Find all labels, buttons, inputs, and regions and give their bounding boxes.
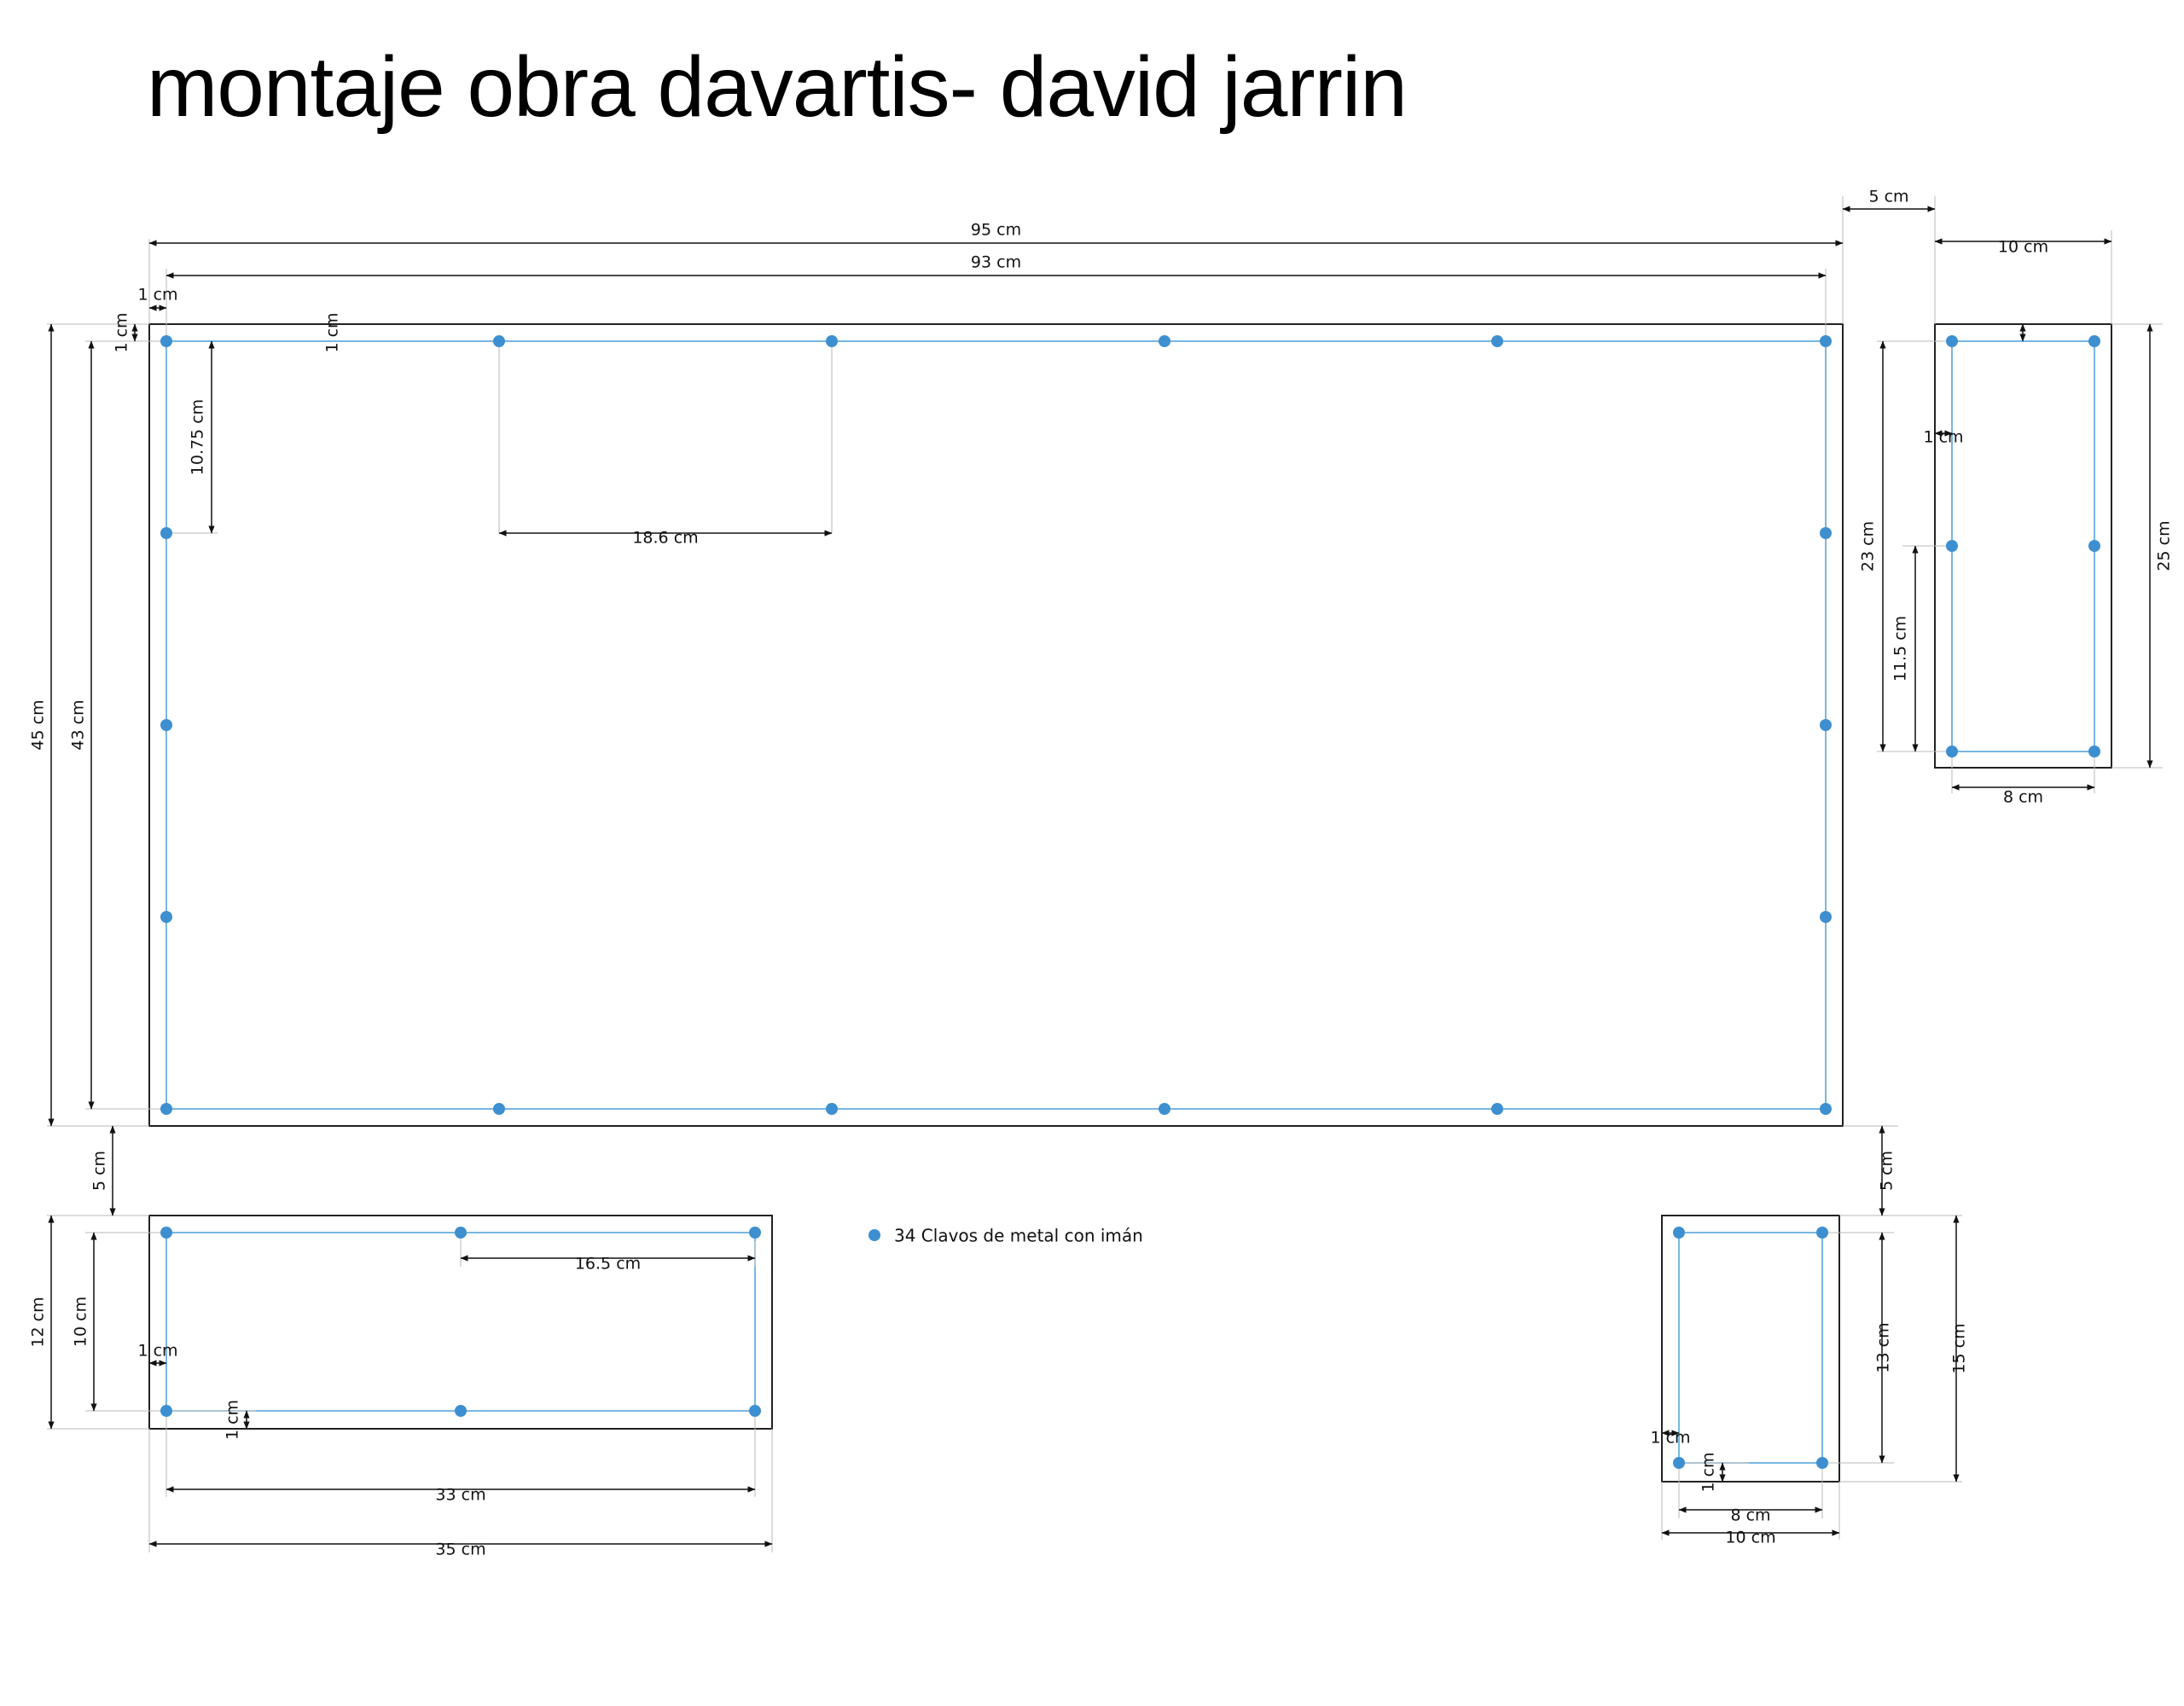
- nail-marker: [1946, 335, 1958, 347]
- nail-marker: [1159, 1103, 1170, 1115]
- dimension-label: 16.5 cm: [575, 1255, 641, 1274]
- nail-marker: [160, 911, 172, 923]
- dimension-label: 93 cm: [971, 253, 1021, 272]
- nail-marker: [160, 1227, 172, 1239]
- nail-marker: [749, 1227, 761, 1239]
- nail-marker: [493, 1103, 505, 1115]
- dimension-label: 10 cm: [1725, 1529, 1775, 1547]
- mounting-diagram: 95 cm 93 cm 1 cm 1 cm 10.75 cm 18.6 cm 45 cm 43…: [29, 188, 2174, 1559]
- nail-marker: [455, 1405, 467, 1417]
- dimension-label: 8 cm: [2003, 788, 2043, 807]
- nail-marker: [160, 1103, 172, 1115]
- bottom-right-piece-nail-guide: [1678, 1232, 1823, 1464]
- dimension-label: 18.6 cm: [632, 529, 698, 548]
- small-right-piece-frame: [1934, 323, 2112, 769]
- dimension-label: 10.75 cm: [189, 399, 207, 475]
- nail-marker: [1816, 1227, 1828, 1239]
- nail-marker: [2088, 540, 2100, 552]
- nail-marker: [2088, 335, 2100, 347]
- dimension-label: 35 cm: [435, 1541, 485, 1559]
- dimension-label: 23 cm: [1859, 521, 1878, 572]
- dimension-label: 15 cm: [1950, 1323, 1969, 1373]
- dimension-label: 1 cm: [1923, 428, 1963, 447]
- nail-marker: [826, 1103, 838, 1115]
- nail-marker: [826, 335, 838, 347]
- dimension-label: 45 cm: [29, 699, 48, 750]
- dimension-label: 1 cm: [1699, 1452, 1718, 1492]
- dimension-label: 10 cm: [72, 1297, 90, 1347]
- dimension-label: 5 cm: [90, 1151, 109, 1191]
- nail-marker: [1673, 1227, 1685, 1239]
- small-right-piece-nail-guide: [1951, 340, 2095, 752]
- nail-marker: [1820, 1103, 1832, 1115]
- dimension-label: 1 cm: [224, 1400, 242, 1440]
- dimension-label: 11.5 cm: [1891, 616, 1910, 682]
- dimension-label: 13 cm: [1874, 1322, 1893, 1372]
- nail-marker: [1820, 335, 1832, 347]
- nail-marker: [160, 527, 172, 539]
- dimension-label: 1 cm: [137, 1342, 177, 1361]
- dimension-label: 5 cm: [1868, 188, 1908, 206]
- nail-marker: [1816, 1457, 1828, 1469]
- dimension-label: 43 cm: [69, 699, 88, 750]
- nail-marker: [1673, 1457, 1685, 1469]
- dimension-label: 25 cm: [2155, 520, 2174, 571]
- legend-nail-icon: [868, 1229, 880, 1241]
- dimension-label: 95 cm: [971, 221, 1021, 240]
- legend-label: 34 Clavos de metal con imán: [894, 1226, 1143, 1246]
- nail-marker: [160, 1405, 172, 1417]
- dimension-label: 8 cm: [1730, 1506, 1770, 1525]
- nail-marker: [1491, 1103, 1503, 1115]
- dimension-label: 1 cm: [1650, 1429, 1690, 1448]
- dimension-label: 33 cm: [435, 1486, 485, 1505]
- nail-marker: [1820, 911, 1832, 923]
- nail-marker: [1946, 746, 1958, 757]
- dimension-label: 10 cm: [1998, 238, 2048, 257]
- dimension-label: 5 cm: [1878, 1151, 1896, 1191]
- nail-marker: [1820, 527, 1832, 539]
- dimension-label: 12 cm: [29, 1297, 48, 1347]
- nail-marker: [1820, 719, 1832, 731]
- nail-marker: [493, 335, 505, 347]
- nail-marker: [1946, 540, 1958, 552]
- nail-marker: [455, 1227, 467, 1239]
- nail-marker: [1159, 335, 1170, 347]
- nail-marker: [2088, 746, 2100, 757]
- dimension-label: 1 cm: [113, 312, 131, 352]
- dimension-label: 1 cm: [323, 312, 342, 352]
- dimension-label: 1 cm: [137, 286, 177, 305]
- nail-marker: [749, 1405, 761, 1417]
- nail-marker: [1491, 335, 1503, 347]
- large-piece-nail-guide: [166, 340, 1827, 1110]
- nail-marker: [160, 719, 172, 731]
- large-piece-frame: [148, 323, 1844, 1127]
- nail-marker: [160, 335, 172, 347]
